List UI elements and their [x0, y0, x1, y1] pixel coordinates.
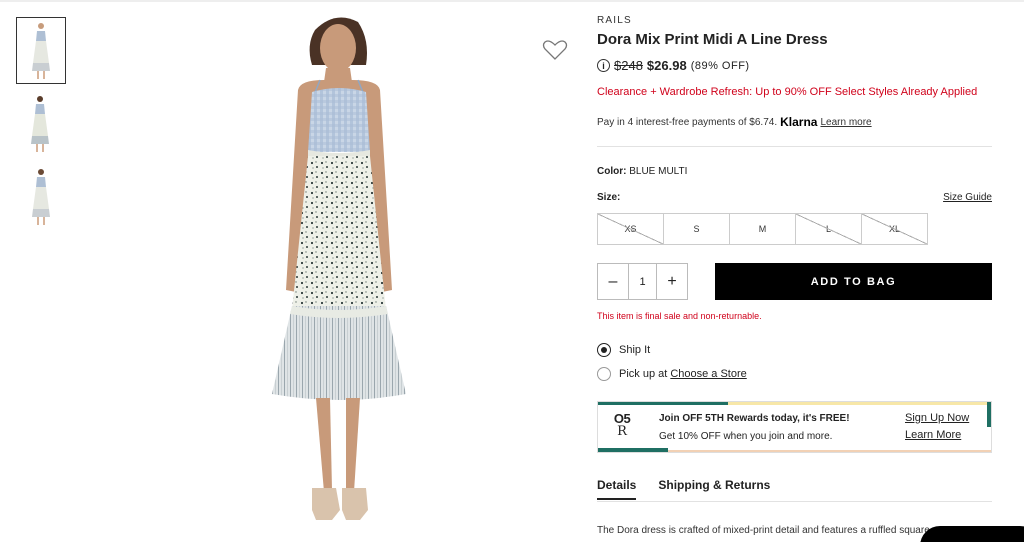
quantity-stepper: – 1 + [597, 263, 688, 300]
rewards-band-teal [598, 402, 728, 405]
ship-it-radio[interactable] [597, 343, 611, 357]
rewards-learn-more-link[interactable]: Learn More [905, 429, 961, 441]
tab-shipping-returns[interactable]: Shipping & Returns [658, 478, 770, 500]
discount-percent: (89% OFF) [690, 59, 750, 72]
color-label: Color: [597, 166, 630, 177]
color-row: Color: BLUE MULTI [597, 166, 687, 177]
klarna-row: Pay in 4 interest-free payments of $6.74… [597, 115, 872, 129]
rewards-band-right [987, 402, 991, 427]
thumbnail-1[interactable] [16, 17, 66, 84]
tab-details[interactable]: Details [597, 478, 637, 500]
dress-thumbnail-image [31, 95, 49, 152]
size-option-l[interactable]: L [795, 213, 862, 245]
size-option-xs[interactable]: XS [597, 213, 664, 245]
original-price: $248 [614, 58, 643, 73]
rewards-band-teal-bottom [598, 448, 668, 452]
klarna-learn-more-link[interactable]: Learn more [820, 117, 871, 128]
size-option-s[interactable]: S [663, 213, 730, 245]
pickup-radio[interactable] [597, 367, 611, 381]
detail-tabs: Details Shipping & Returns [597, 478, 792, 500]
rewards-banner: O5 R Join OFF 5TH Rewards today, it's FR… [597, 401, 992, 453]
off5th-rewards-logo: O5 R [610, 412, 634, 439]
sign-up-now-link[interactable]: Sign Up Now [905, 412, 969, 424]
logo-r: R [617, 424, 627, 439]
size-option-xl[interactable]: XL [861, 213, 928, 245]
quantity-value[interactable]: 1 [628, 264, 657, 299]
heart-icon[interactable] [542, 38, 568, 62]
dress-thumbnail-image [32, 22, 50, 79]
rewards-headline: Join OFF 5TH Rewards today, it's FREE! [659, 413, 850, 424]
ship-it-label: Ship It [619, 344, 651, 356]
size-guide-link[interactable]: Size Guide [943, 192, 992, 203]
klarna-logo: Klarna [780, 115, 818, 129]
dress-thumbnail-image [32, 168, 50, 225]
product-main-image [272, 17, 406, 520]
quantity-decrease-button[interactable]: – [598, 264, 628, 299]
size-option-m[interactable]: M [729, 213, 796, 245]
thumbnail-2[interactable] [16, 90, 66, 157]
add-to-bag-button[interactable]: ADD TO BAG [715, 263, 992, 300]
pickup-option[interactable]: Pick up at Choose a Store [597, 367, 747, 381]
price-row: i $248 $26.98 (89% OFF) [597, 58, 750, 73]
top-border [0, 0, 1024, 2]
ship-it-option[interactable]: Ship It [597, 343, 650, 357]
quantity-increase-button[interactable]: + [657, 264, 687, 299]
product-description: The Dora dress is crafted of mixed-print… [597, 525, 930, 536]
brand-name[interactable]: RAILS [597, 15, 632, 26]
pickup-label: Pick up at [619, 368, 668, 380]
info-icon[interactable]: i [597, 59, 610, 72]
final-sale-notice: This item is final sale and non-returnab… [597, 311, 762, 321]
klarna-text: Pay in 4 interest-free payments of $6.74… [597, 116, 778, 128]
tabs-divider [597, 501, 992, 502]
promo-message: Clearance + Wardrobe Refresh: Up to 90% … [597, 86, 978, 98]
chat-widget[interactable] [920, 526, 1024, 542]
divider [597, 146, 992, 147]
color-value: BLUE MULTI [629, 166, 688, 177]
sale-price: $26.98 [646, 58, 687, 73]
size-selector: XS S M L XL [597, 213, 928, 245]
choose-store-link[interactable]: Choose a Store [670, 368, 746, 380]
product-title: Dora Mix Print Midi A Line Dress [597, 31, 828, 48]
size-label: Size: [597, 192, 621, 203]
thumbnail-3[interactable] [16, 163, 66, 230]
thumbnail-gallery [16, 17, 66, 236]
rewards-subtext: Get 10% OFF when you join and more. [659, 431, 833, 442]
